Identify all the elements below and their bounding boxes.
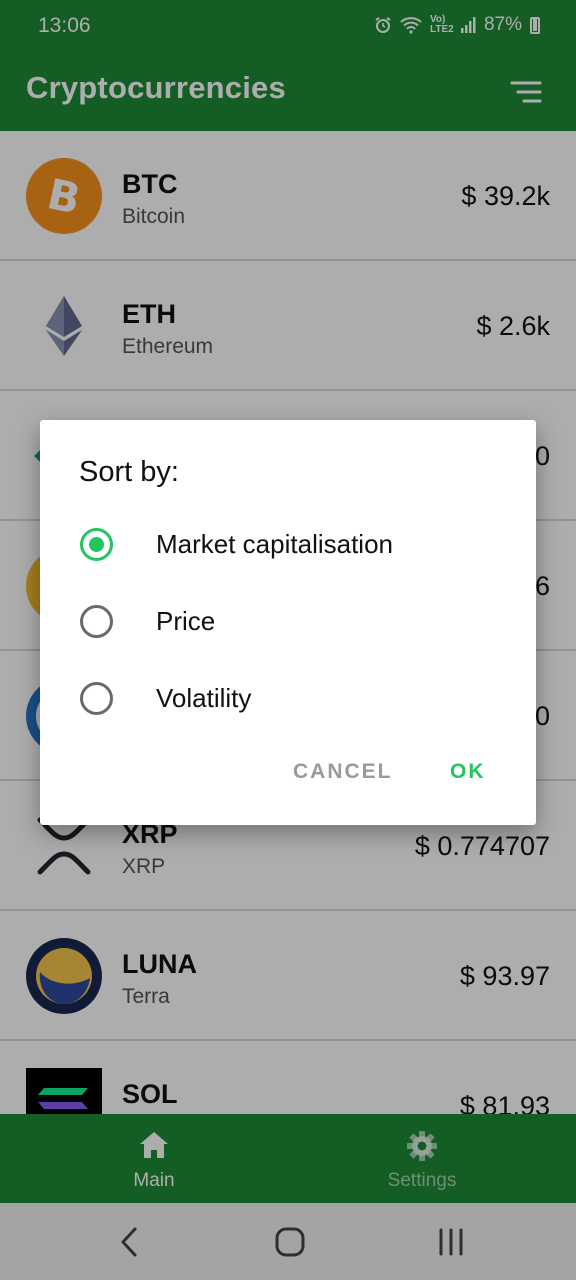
option-label: Volatility bbox=[156, 683, 252, 713]
radio-button[interactable] bbox=[80, 682, 113, 715]
sort-option-volatility[interactable]: Volatility bbox=[40, 663, 536, 733]
dialog-title: Sort by: bbox=[79, 456, 179, 488]
option-label: Price bbox=[156, 606, 216, 636]
radio-button[interactable] bbox=[80, 605, 113, 638]
sort-option-price[interactable]: Price bbox=[40, 586, 536, 656]
ok-button[interactable]: OK bbox=[450, 760, 486, 784]
radio-button-selected[interactable] bbox=[80, 528, 113, 561]
sort-option-market-cap[interactable]: Market capitalisation bbox=[40, 509, 536, 579]
cancel-button[interactable]: CANCEL bbox=[293, 760, 393, 784]
option-label: Market capitalisation bbox=[156, 529, 393, 559]
sort-dialog: Sort by: Market capitalisation Price Vol… bbox=[40, 420, 536, 825]
